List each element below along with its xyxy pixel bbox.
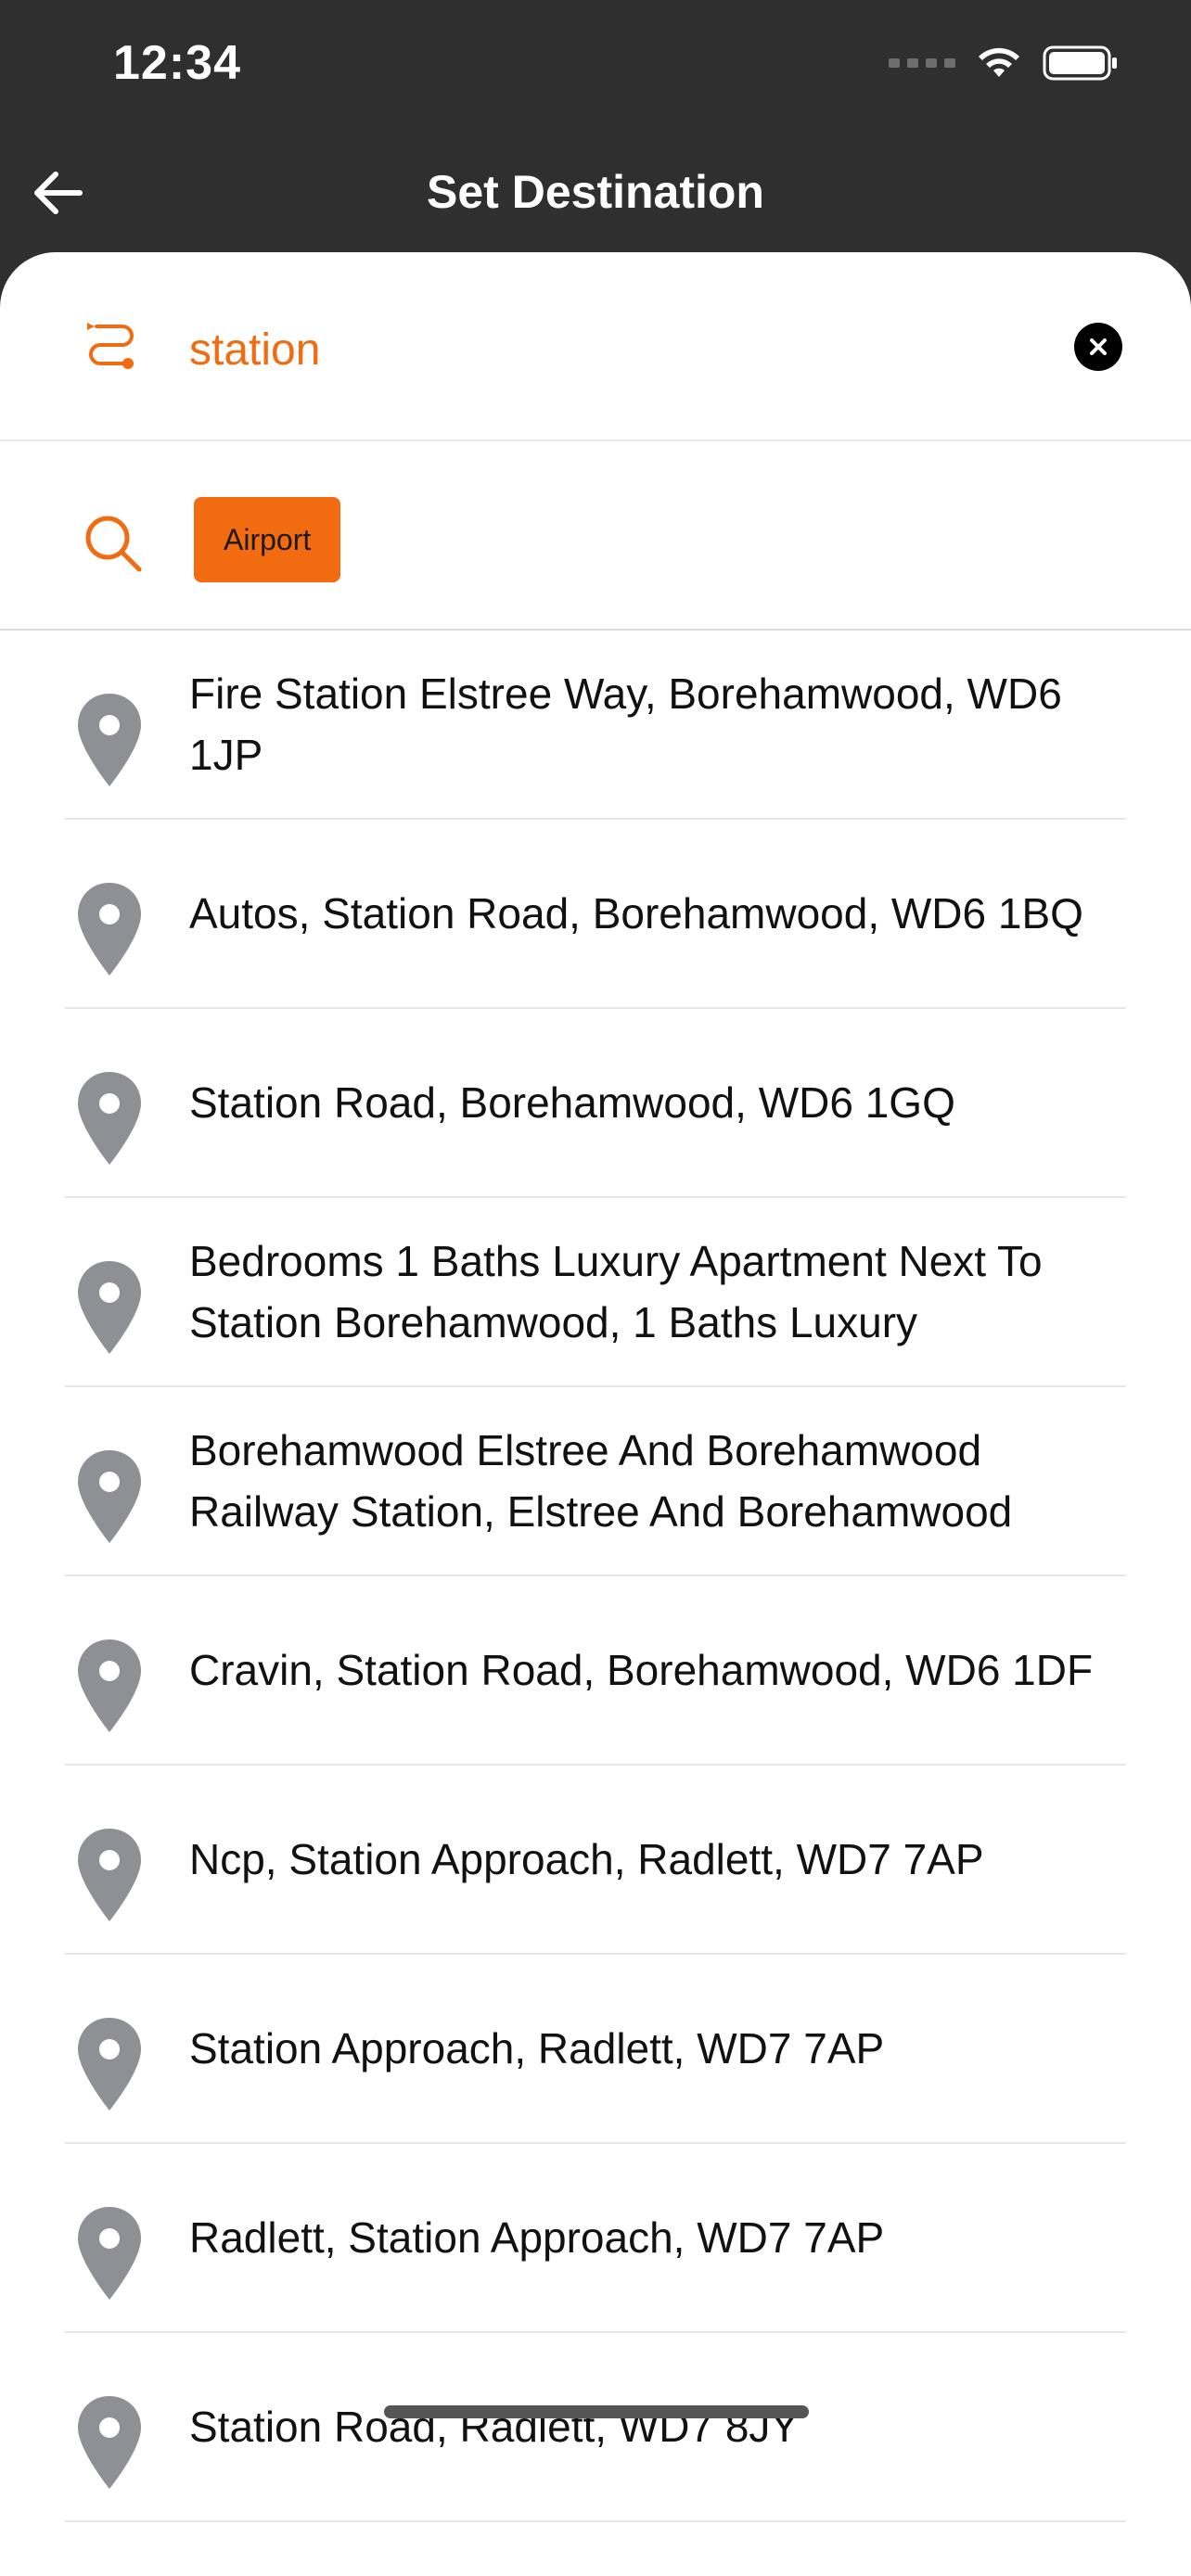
list-item[interactable]: Bedrooms 1 Baths Luxury Apartment Next T…	[65, 1198, 1126, 1387]
result-label: Station Approach, Radlett, WD7 7AP	[189, 2024, 885, 2072]
location-pin-icon	[78, 883, 141, 976]
list-item[interactable]: Station Approach, Radlett, WD7 7AP	[65, 1955, 1126, 2144]
status-time: 12:34	[113, 36, 241, 90]
list-item[interactable]: Station Road, Radlett, WD7 8JY	[65, 2333, 1126, 2522]
home-indicator[interactable]	[384, 2405, 809, 2418]
search-row	[0, 252, 1191, 441]
signal-icon	[889, 58, 955, 68]
status-icons	[889, 45, 1119, 82]
search-icon	[85, 516, 142, 572]
wifi-icon	[979, 47, 1019, 77]
location-pin-icon	[78, 1829, 141, 1921]
page-title: Set Destination	[427, 166, 764, 218]
location-pin-icon	[78, 1639, 141, 1732]
route-icon	[87, 323, 134, 369]
location-pin-icon	[78, 1450, 141, 1543]
clear-icon	[1090, 338, 1107, 355]
result-label: Autos, Station Road, Borehamwood, WD6 1B…	[189, 889, 1083, 937]
screen: 12:34 Set Destination station Airport Fi…	[0, 0, 1191, 2576]
destination-panel: Airport Fire Station Elstree Way, Boreha…	[0, 252, 1191, 2576]
airport-chip[interactable]: Airport	[194, 497, 341, 582]
quick-filter-row: Airport	[0, 441, 1191, 631]
location-pin-icon	[78, 1261, 141, 1354]
list-item[interactable]: Station Road, Borehamwood, WD6 1GQ	[65, 1009, 1126, 1198]
header: Set Destination	[0, 139, 1191, 250]
list-item[interactable]: Radlett, Station Approach, WD7 7AP	[65, 2144, 1126, 2333]
location-pin-icon	[78, 1072, 141, 1165]
list-item[interactable]: Autos, Station Road, Borehamwood, WD6 1B…	[65, 820, 1126, 1009]
list-item[interactable]: Cravin, Station Road, Borehamwood, WD6 1…	[65, 1576, 1126, 1766]
result-label: Station Road, Borehamwood, WD6 1GQ	[189, 1078, 955, 1127]
list-item[interactable]: Fire Station Elstree Way, Borehamwood, W…	[65, 631, 1126, 820]
result-label: Station Road, Radlett, WD7 8JY	[189, 2403, 800, 2451]
result-label: Bedrooms 1 Baths Luxury Apartment Next T…	[189, 1237, 1043, 1346]
result-label: Cravin, Station Road, Borehamwood, WD6 1…	[189, 1646, 1094, 1694]
battery-icon	[1043, 45, 1117, 81]
list-item[interactable]: Borehamwood Elstree And Borehamwood Rail…	[65, 1387, 1126, 1576]
location-pin-icon	[78, 2018, 141, 2111]
location-pin-icon	[78, 2396, 141, 2489]
clear-search-button[interactable]	[1074, 323, 1122, 371]
result-label: Ncp, Station Approach, Radlett, WD7 7AP	[189, 1835, 984, 1883]
location-pin-icon	[78, 2207, 141, 2300]
list-item[interactable]: Ncp, Station Approach, Radlett, WD7 7AP	[65, 1766, 1126, 1955]
search-input[interactable]	[189, 317, 1043, 382]
result-label: Fire Station Elstree Way, Borehamwood, W…	[189, 670, 1062, 779]
result-label: Radlett, Station Approach, WD7 7AP	[189, 2213, 885, 2262]
location-pin-icon	[78, 694, 141, 786]
results-list: Fire Station Elstree Way, Borehamwood, W…	[0, 631, 1191, 2522]
status-bar: 12:34	[0, 0, 1191, 139]
result-label: Borehamwood Elstree And Borehamwood Rail…	[189, 1426, 1013, 1536]
